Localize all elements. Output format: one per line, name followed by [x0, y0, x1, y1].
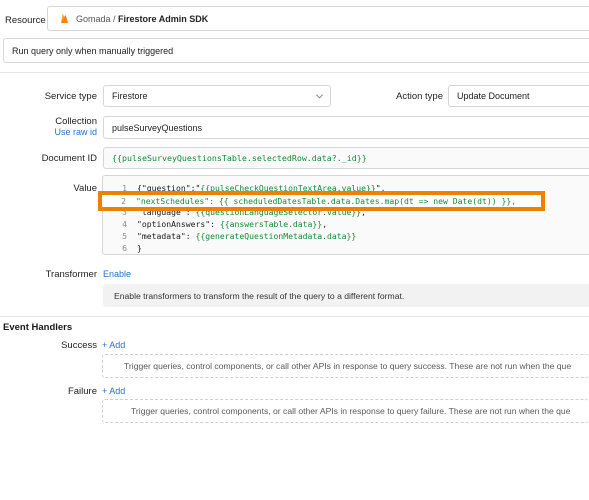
action-type-value: Update Document	[457, 91, 530, 101]
trigger-mode-value: Run query only when manually triggered	[12, 45, 174, 56]
success-label: Success	[61, 340, 97, 351]
code-line-text: "optionAnswers": {{answersTable.data}},	[137, 219, 328, 229]
action-type-label: Action type	[396, 91, 443, 102]
failure-hint: Trigger queries, control components, or …	[131, 406, 571, 416]
service-type-value: Firestore	[112, 91, 148, 101]
add-success-handler-button[interactable]: + Add	[102, 340, 125, 350]
document-id-input[interactable]: {{pulseSurveyQuestionsTable.selectedRow.…	[103, 147, 589, 169]
resource-select[interactable]: Gomada / Firestore Admin SDK	[47, 6, 589, 31]
value-code-editor[interactable]: 1 {"question":"{{pulseCheckQuestionTextA…	[102, 175, 589, 255]
event-handlers-title: Event Handlers	[3, 322, 73, 333]
resource-label: Resource	[5, 15, 46, 26]
code-line-text: "metadata": {{generateQuestionMetadata.d…	[137, 231, 357, 241]
success-handlers-empty: Trigger queries, control components, or …	[102, 354, 589, 378]
collection-input[interactable]: pulseSurveyQuestions	[103, 116, 589, 139]
collection-label: Collection	[55, 116, 97, 127]
add-failure-handler-button[interactable]: + Add	[102, 386, 125, 396]
collection-value: pulseSurveyQuestions	[112, 122, 203, 133]
failure-label: Failure	[67, 386, 97, 397]
highlighted-code-text: "nextSchedules": {{ scheduledDatesTable.…	[136, 196, 517, 206]
resource-workspace: Gomada	[76, 13, 111, 24]
action-type-select[interactable]: Update Document	[448, 85, 589, 107]
success-hint: Trigger queries, control components, or …	[124, 361, 572, 371]
service-type-label: Service type	[44, 91, 97, 102]
resource-separator: /	[110, 13, 119, 24]
failure-handlers-empty: Trigger queries, control components, or …	[102, 399, 589, 423]
use-raw-id-link[interactable]: Use raw id	[0, 127, 97, 137]
section-divider-bottom	[0, 316, 589, 317]
transformer-info-text: Enable transformers to transform the res…	[114, 290, 405, 301]
value-label: Value	[73, 183, 97, 194]
service-type-select[interactable]: Firestore	[103, 85, 331, 107]
transformer-label: Transformer	[45, 269, 97, 280]
document-id-label: Document ID	[41, 153, 97, 164]
section-divider-top	[0, 72, 589, 73]
resource-name: Firestore Admin SDK	[118, 13, 209, 24]
firebase-icon	[60, 13, 69, 24]
document-id-value: {{pulseSurveyQuestionsTable.selectedRow.…	[112, 153, 367, 163]
trigger-mode-select[interactable]: Run query only when manually triggered	[3, 38, 589, 63]
highlighted-code-line: 2 "nextSchedules": {{ scheduledDatesTabl…	[121, 196, 517, 206]
transformer-info: Enable transformers to transform the res…	[103, 284, 589, 307]
chevron-down-icon	[315, 91, 324, 99]
code-line-text: }	[137, 243, 142, 253]
enable-transformer-link[interactable]: Enable	[103, 269, 131, 279]
